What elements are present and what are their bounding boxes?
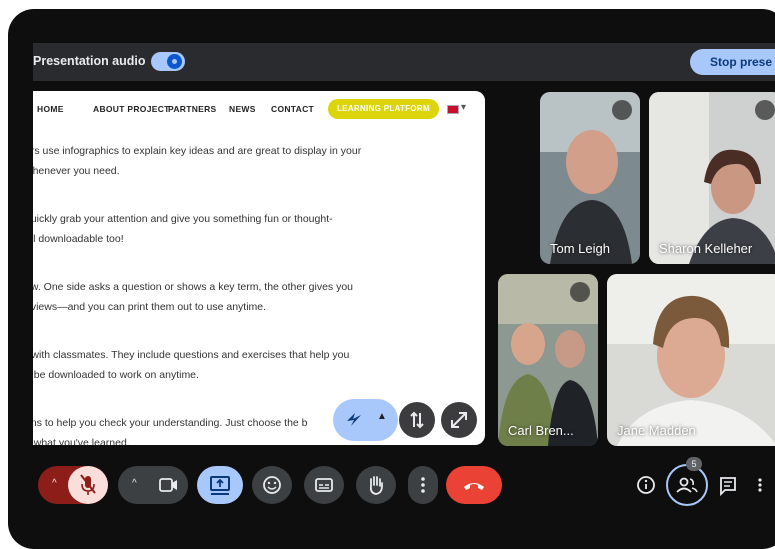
leave-call-button[interactable] (446, 466, 502, 504)
participant-tile[interactable]: Jane Madden (607, 274, 775, 446)
people-count-badge: 5 (686, 457, 702, 471)
scribble-icon (347, 413, 361, 426)
participant-name: Tom Leigh (550, 241, 610, 256)
uk-flag-icon[interactable] (447, 105, 459, 114)
activities-button[interactable] (750, 466, 770, 504)
smiley-icon (263, 476, 281, 494)
participant-tile[interactable]: Tom Leigh (540, 92, 640, 264)
more-vert-icon (421, 477, 425, 493)
raise-hand-button[interactable] (356, 466, 396, 504)
chat-icon (720, 477, 736, 497)
meeting-details-button[interactable] (626, 466, 666, 504)
call-controls: ^ ^ 5 (8, 457, 775, 517)
more-vert-icon (758, 478, 762, 492)
text-line: r with classmates. They include question… (33, 349, 350, 361)
nav-contact[interactable]: CONTACT (271, 104, 314, 114)
meet-window: Presentation audio Stop prese HOME ABOUT… (8, 9, 775, 549)
chevron-up-icon[interactable]: ^ (132, 478, 137, 489)
participant-name: Jane Madden (617, 423, 696, 438)
text-line: ons to help you check your understanding… (33, 417, 308, 429)
participant-tile[interactable]: Sharon Kelleher (649, 92, 775, 264)
expand-icon (451, 412, 467, 428)
people-button[interactable] (666, 464, 708, 506)
people-icon (676, 477, 698, 493)
chevron-down-icon[interactable]: ▾ (461, 102, 466, 113)
participant-video (607, 274, 775, 446)
mic-off-icon (612, 100, 632, 120)
chevron-up-icon: ▲ (377, 411, 387, 422)
mic-off-icon (80, 474, 96, 495)
captions-icon (315, 478, 333, 492)
fullscreen-button[interactable] (441, 402, 477, 438)
text-line: whenever you need. (33, 165, 120, 177)
text-line: all downloadable too! (33, 233, 124, 245)
hang-up-icon (464, 483, 484, 490)
hand-icon (369, 476, 383, 495)
text-line: n what you've learned. (33, 437, 130, 445)
mic-off-button[interactable] (68, 466, 108, 504)
toggle-knob (167, 54, 182, 69)
more-options-button[interactable] (408, 466, 438, 504)
chevron-up-icon[interactable]: ^ (52, 478, 57, 489)
mic-off-icon (755, 100, 775, 120)
present-button[interactable] (197, 466, 243, 504)
participant-video (649, 92, 775, 264)
present-screen-icon (210, 476, 230, 495)
swap-arrows-icon (410, 411, 424, 429)
participant-name: Carl Bren... (508, 423, 574, 438)
stop-presenting-button[interactable]: Stop prese (690, 49, 775, 75)
text-line: ers use infographics to explain key idea… (33, 145, 362, 157)
mic-button-group[interactable]: ^ (38, 466, 108, 504)
shared-screen: HOME ABOUT PROJECT PARTNERS NEWS CONTACT… (33, 91, 485, 445)
camera-button-group[interactable]: ^ (118, 466, 188, 504)
emoji-button[interactable] (252, 466, 292, 504)
nav-home[interactable]: HOME (37, 104, 64, 114)
participant-tile[interactable]: Carl Bren... (498, 274, 598, 446)
text-line: eviews—and you can print them out to use… (33, 301, 267, 313)
annotate-button[interactable]: ▲ (333, 399, 398, 441)
learning-platform-button[interactable]: LEARNING PLATFORM (328, 99, 439, 119)
nav-partners[interactable]: PARTNERS (168, 104, 217, 114)
nav-about-project[interactable]: ABOUT PROJECT (93, 104, 170, 114)
nav-news[interactable]: NEWS (229, 104, 256, 114)
camera-icon (159, 478, 177, 492)
captions-button[interactable] (304, 466, 344, 504)
camera-button[interactable] (148, 466, 188, 504)
mic-off-icon (570, 282, 590, 302)
text-line: ow. One side asks a question or shows a … (33, 281, 354, 293)
participant-name: Sharon Kelleher (659, 241, 753, 256)
chat-button[interactable] (708, 466, 748, 504)
website-nav: HOME ABOUT PROJECT PARTNERS NEWS CONTACT… (33, 91, 485, 127)
presentation-bar: Presentation audio Stop prese (33, 43, 775, 81)
text-line: quickly grab your attention and give you… (33, 213, 333, 225)
presentation-audio-toggle[interactable] (151, 52, 185, 71)
info-icon (637, 476, 655, 494)
presentation-audio-label: Presentation audio (33, 54, 146, 68)
text-line: o be downloaded to work on anytime. (33, 369, 199, 381)
swap-view-button[interactable] (399, 402, 435, 438)
